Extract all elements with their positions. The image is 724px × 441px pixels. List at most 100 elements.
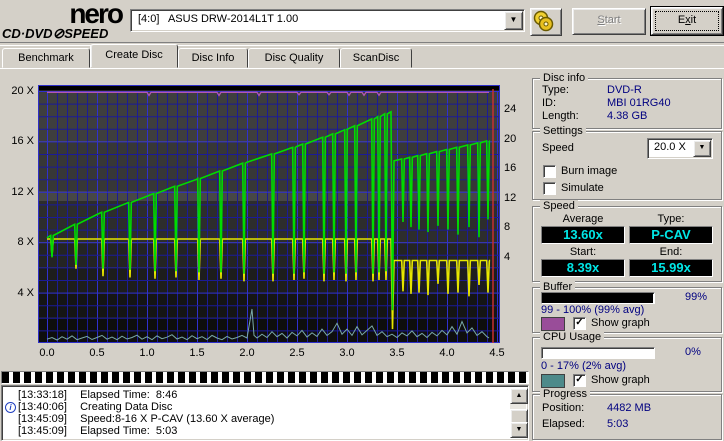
- cpu-show-graph-label: Show graph: [591, 374, 650, 386]
- y-right-tick-4: 4: [504, 250, 511, 263]
- x-tick-3.5: 3.5: [389, 347, 405, 359]
- type-label: Type:: [657, 213, 685, 225]
- buffer-show-graph-checkbox[interactable]: ✓: [573, 317, 586, 330]
- progress-group: Progress Position: 4482 MB Elapsed: 5:03: [532, 388, 722, 440]
- y-right-tick-16: 16: [504, 162, 517, 175]
- log-scrollbar[interactable]: ▲ ▼: [510, 388, 528, 438]
- cpu-usage-title: CPU Usage: [540, 331, 605, 344]
- info-icon: i: [5, 402, 16, 413]
- y-right-tick-24: 24: [504, 102, 517, 115]
- write-type-display: P-CAV: [629, 226, 713, 244]
- y-left-tick-16: 16 X: [11, 135, 34, 148]
- tab-scandisc[interactable]: ScanDisc: [340, 48, 412, 68]
- tab-disc-info[interactable]: Disc Info: [178, 48, 248, 68]
- log-timestamp: [13:45:09]: [18, 425, 67, 437]
- y-left-tick-4: 4 X: [17, 286, 34, 299]
- cpu-level-bar: [541, 347, 655, 359]
- drive-select-value: [4:0] ASUS DRW-2014L1T 1.00: [138, 13, 299, 25]
- buffer-level-bar: [541, 292, 655, 304]
- nero-logo: nero CD·DVD⊘SPEED: [2, 0, 128, 41]
- log-timestamp: [13:45:09]: [18, 413, 67, 425]
- log-line: [13:33:18] Elapsed Time: 8:46: [4, 389, 508, 401]
- speed-select-value: 20.0 X: [654, 141, 686, 153]
- disc-length-label: Length:: [542, 110, 579, 122]
- log-line: [13:45:09] Speed:8-16 X P-CAV (13.60 X a…: [4, 413, 508, 425]
- x-tick-0.5: 0.5: [89, 347, 105, 359]
- cpu-color-swatch: [541, 374, 565, 388]
- status-log: [13:33:18] Elapsed Time: 8:46 i [13:40:06]…: [1, 385, 529, 441]
- speed-setting-label: Speed: [542, 142, 574, 154]
- burn-tool-button[interactable]: [530, 8, 562, 36]
- exit-button[interactable]: Exit: [651, 7, 723, 35]
- burn-image-checkbox[interactable]: [543, 165, 556, 178]
- disc-length-value: 4.38 GB: [607, 110, 648, 122]
- logo-speed-text: SPEED: [64, 26, 109, 41]
- end-speed-label: End:: [659, 246, 683, 258]
- settings-title: Settings: [540, 125, 586, 138]
- buffer-color-swatch: [541, 317, 565, 331]
- speed-select-arrow[interactable]: ▼: [693, 140, 711, 157]
- simulate-checkbox[interactable]: [543, 182, 556, 195]
- y-left-tick-12: 12 X: [11, 185, 34, 198]
- y-right-tick-12: 12: [504, 191, 517, 204]
- drive-select[interactable]: [4:0] ASUS DRW-2014L1T 1.00 ▼: [130, 9, 525, 32]
- scroll-up-icon[interactable]: ▲: [510, 388, 528, 404]
- x-tick-0.0: 0.0: [39, 347, 55, 359]
- y-right-tick-20: 20: [504, 132, 517, 145]
- tab-pane-edge: [0, 68, 724, 69]
- start-button[interactable]: Start: [572, 8, 646, 35]
- x-tick-3.0: 3.0: [339, 347, 355, 359]
- log-timestamp: [13:40:06]: [18, 401, 67, 413]
- log-message: Elapsed Time: 5:03: [74, 425, 178, 437]
- buffer-group: Buffer 99% 99 - 100% (99% avg) ✓ Show gr…: [532, 281, 722, 333]
- discs-icon: [531, 10, 561, 32]
- speed-chart-plot: [38, 85, 500, 343]
- buffer-percent: 99%: [685, 291, 708, 303]
- cpu-show-graph-checkbox[interactable]: ✓: [573, 374, 586, 387]
- progress-title: Progress: [540, 388, 591, 401]
- speed-select[interactable]: 20.0 X ▼: [647, 138, 713, 159]
- buffer-range: 99 - 100% (99% avg): [541, 304, 645, 316]
- tab-benchmark[interactable]: Benchmark: [2, 48, 90, 68]
- x-tick-4.5: 4.5: [489, 347, 505, 359]
- log-message: Speed:8-16 X P-CAV (13.60 X average): [74, 413, 275, 425]
- x-tick-1.0: 1.0: [139, 347, 155, 359]
- position-label: Position:: [542, 402, 585, 414]
- start-speed-label: Start:: [569, 246, 597, 258]
- end-speed-display: 15.99x: [629, 259, 713, 277]
- tab-disc-quality[interactable]: Disc Quality: [248, 48, 340, 68]
- log-line: [13:45:09] Elapsed Time: 5:03: [4, 425, 508, 437]
- cpu-percent: 0%: [685, 346, 701, 358]
- buffer-show-graph-label: Show graph: [591, 317, 650, 329]
- logo-cddvd-text: CD·DVD: [2, 26, 53, 41]
- simulate-label: Simulate: [561, 182, 604, 194]
- log-message: Elapsed Time: 8:46: [74, 389, 178, 401]
- nero-logo-text: nero: [69, 0, 124, 29]
- y-right-tick-8: 8: [504, 221, 511, 234]
- nero-cd-dvd-speed-window: nero CD·DVD⊘SPEED [4:0] ASUS DRW-2014L1T…: [0, 0, 724, 441]
- tab-create-disc[interactable]: Create Disc: [90, 44, 178, 68]
- y-left-tick-8: 8 X: [17, 236, 34, 249]
- scroll-down-icon[interactable]: ▼: [510, 422, 528, 438]
- start-speed-display: 8.39x: [541, 259, 625, 277]
- speed-group: Speed Average Type: 13.60x P-CAV Start: …: [532, 200, 722, 282]
- disc-id-value: MBI 01RG40: [607, 97, 671, 109]
- disc-type-value: DVD-R: [607, 84, 642, 96]
- status-log-lines: [13:33:18] Elapsed Time: 8:46 i [13:40:06]…: [4, 389, 508, 437]
- settings-group: Settings Speed 20.0 X ▼ Burn image Simul…: [532, 125, 722, 200]
- x-tick-4.0: 4.0: [439, 347, 455, 359]
- elapsed-value: 5:03: [607, 418, 629, 430]
- log-line: i [13:40:06] Creating Data Disc: [4, 401, 508, 413]
- average-label: Average: [562, 213, 604, 225]
- speed-group-title: Speed: [540, 200, 578, 213]
- burn-image-label: Burn image: [561, 165, 618, 177]
- disc-info-group: Disc info Type: DVD-R ID: MBI 01RG40 Len…: [532, 72, 722, 129]
- x-tick-2.5: 2.5: [289, 347, 305, 359]
- cpu-usage-group: CPU Usage 0% 0 - 17% (2% avg) ✓ Show gra…: [532, 331, 722, 392]
- average-speed-display: 13.60x: [541, 226, 625, 244]
- drive-select-arrow[interactable]: ▼: [504, 11, 523, 30]
- disc-id-label: ID:: [542, 97, 557, 109]
- elapsed-label: Elapsed:: [542, 418, 585, 430]
- cpu-range: 0 - 17% (2% avg): [541, 360, 626, 372]
- x-tick-1.5: 1.5: [189, 347, 205, 359]
